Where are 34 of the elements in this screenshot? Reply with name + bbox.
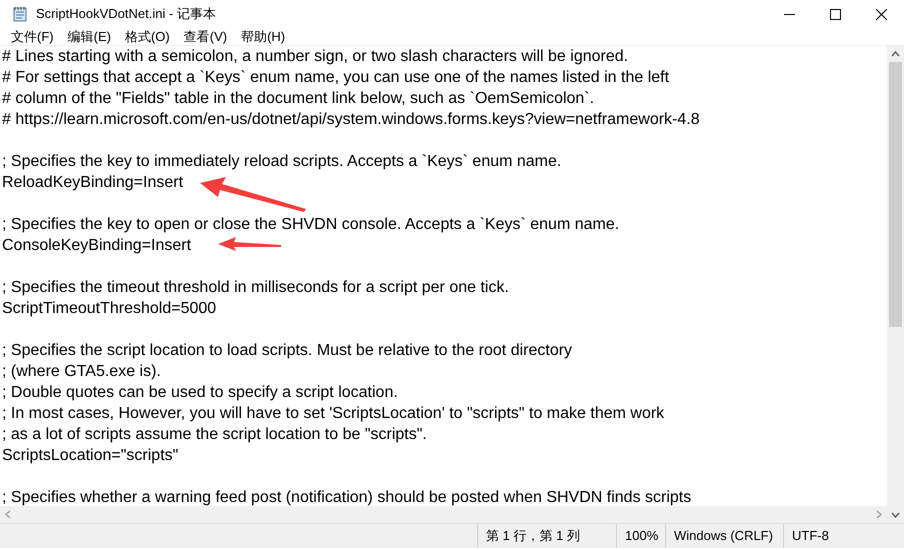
text-line: ; (where GTA5.exe is).	[2, 363, 161, 380]
text-line: ; In most cases, However, you will have to set 'ScriptsLocation' to "scripts" to make them work	[2, 405, 664, 422]
text-line: # column of the "Fields" table in the document link below, such as `OemSemicolon`.	[2, 90, 594, 107]
menu-item[interactable]: 格式(O)	[118, 28, 177, 45]
text-line: ; Double quotes can be used to specify a script location.	[2, 384, 398, 401]
menu-item[interactable]: 查看(V)	[176, 28, 234, 45]
text-line: ; Specifies the script location to load scripts. Must be relative to the root directory	[2, 342, 572, 359]
menu-item[interactable]: 文件(F)	[4, 28, 61, 45]
text-line: # Lines starting with a semicolon, a number sign, or two slash characters will be ignored.	[2, 48, 628, 65]
zoom-level: 100%	[616, 524, 665, 548]
text-line: ; Specifies the key to open or close the SHVDN console. Accepts a `Keys` enum name.	[2, 216, 620, 233]
text-line: ; Specifies the timeout threshold in milliseconds for a script per one tick.	[2, 279, 509, 296]
text-line: ; Specifies the key to immediately reload scripts. Accepts a `Keys` enum name.	[2, 153, 562, 170]
text-line: ReloadKeyBinding=Insert	[2, 174, 184, 191]
close-icon	[876, 8, 886, 20]
line-ending: Windows (CRLF)	[665, 524, 783, 548]
encoding: UTF-8	[783, 524, 904, 548]
text-line: # For settings that accept a `Keys` enum name, you can use one of the names listed in the left	[2, 69, 670, 86]
menu-item[interactable]: 帮助(H)	[234, 28, 292, 45]
text-line: ; as a lot of scripts assume the script location to be "scripts".	[2, 426, 427, 443]
text-line: ; Specifies whether a warning feed post (notification) should be posted when SHVDN finds scripts	[2, 489, 692, 506]
text-line: ConsoleKeyBinding=Insert	[2, 237, 192, 254]
scroll-up-icon[interactable]	[891, 50, 900, 58]
menu-item[interactable]: 编辑(E)	[60, 28, 118, 45]
text-line: # https://learn.microsoft.com/en-us/dotnet/api/system.windows.forms.keys?view=netframework-4.8	[2, 111, 700, 128]
cursor-position: 第 1 行，第 1 列	[477, 524, 616, 548]
text-line: ScriptTimeoutThreshold=5000	[2, 300, 216, 317]
vertical-scrollbar[interactable]	[887, 46, 904, 523]
window-title: ScriptHookVDotNet.ini - 记事本	[36, 5, 217, 24]
notepad-icon	[12, 6, 28, 22]
maximize-icon	[830, 8, 840, 20]
text-line: ScriptsLocation="scripts"	[2, 447, 178, 464]
arrow-annotation	[216, 236, 282, 252]
scroll-down-icon[interactable]	[891, 511, 900, 519]
